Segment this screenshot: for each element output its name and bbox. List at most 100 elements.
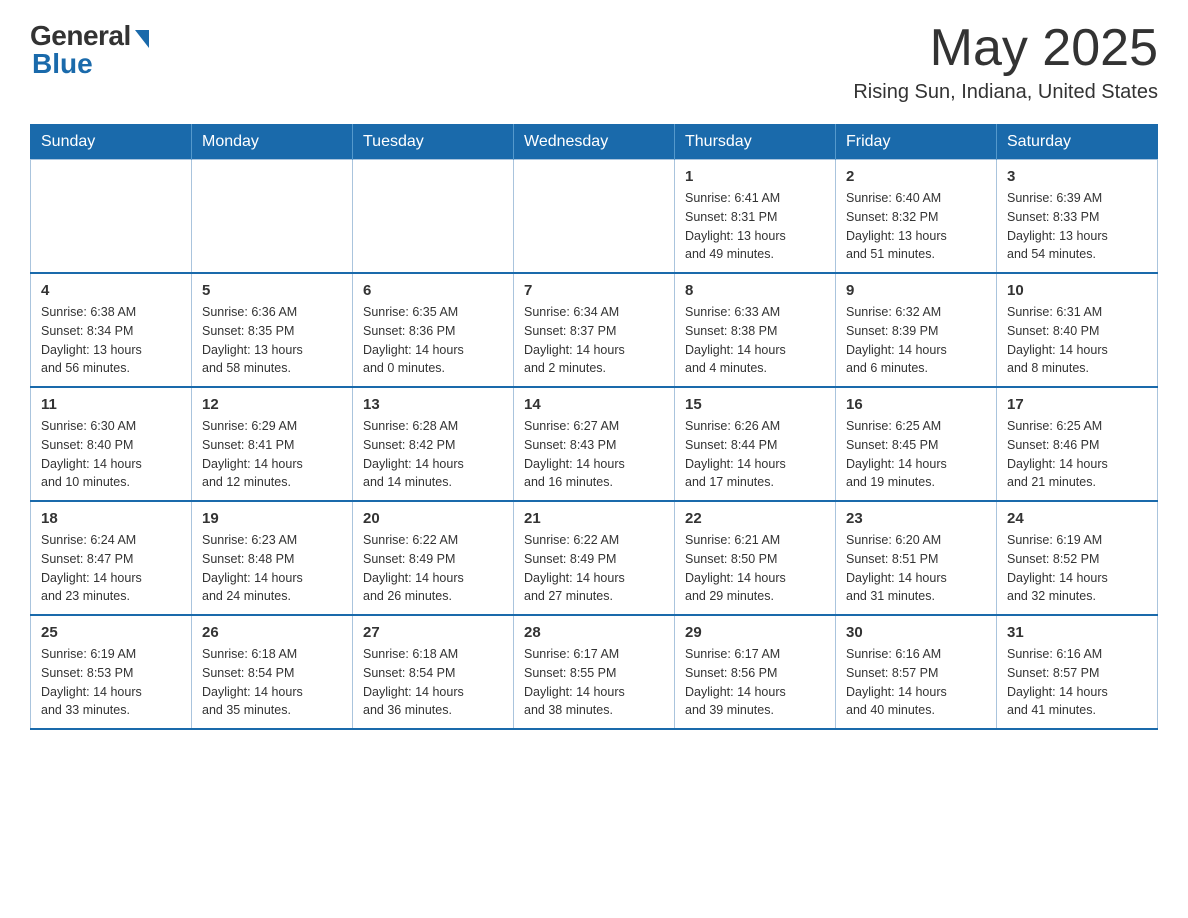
day-number: 17 [1007, 396, 1147, 413]
day-info: Sunrise: 6:23 AM Sunset: 8:48 PM Dayligh… [202, 531, 342, 606]
day-header-wednesday: Wednesday [514, 125, 675, 160]
day-number: 18 [41, 510, 181, 527]
day-number: 21 [524, 510, 664, 527]
calendar-cell [192, 160, 353, 274]
day-info: Sunrise: 6:19 AM Sunset: 8:52 PM Dayligh… [1007, 531, 1147, 606]
calendar-cell: 17 Sunrise: 6:25 AM Sunset: 8:46 PM Dayli… [997, 387, 1158, 501]
day-info: Sunrise: 6:35 AM Sunset: 8:36 PM Dayligh… [363, 303, 503, 378]
day-number: 7 [524, 282, 664, 299]
day-header-tuesday: Tuesday [353, 125, 514, 160]
calendar-cell: 18 Sunrise: 6:24 AM Sunset: 8:47 PM Dayli… [31, 501, 192, 615]
day-number: 10 [1007, 282, 1147, 299]
day-number: 5 [202, 282, 342, 299]
day-info: Sunrise: 6:16 AM Sunset: 8:57 PM Dayligh… [846, 645, 986, 720]
calendar-cell [31, 160, 192, 274]
calendar-cell: 10 Sunrise: 6:31 AM Sunset: 8:40 PM Dayli… [997, 273, 1158, 387]
calendar-week-row: 18 Sunrise: 6:24 AM Sunset: 8:47 PM Dayli… [31, 501, 1158, 615]
calendar-cell: 27 Sunrise: 6:18 AM Sunset: 8:54 PM Dayli… [353, 615, 514, 729]
calendar-week-row: 4 Sunrise: 6:38 AM Sunset: 8:34 PM Daylig… [31, 273, 1158, 387]
day-info: Sunrise: 6:21 AM Sunset: 8:50 PM Dayligh… [685, 531, 825, 606]
day-header-monday: Monday [192, 125, 353, 160]
calendar-week-row: 25Sunrise: 6:19 AM Sunset: 8:53 PM Dayli… [31, 615, 1158, 729]
calendar-cell: 30 Sunrise: 6:16 AM Sunset: 8:57 PM Dayli… [836, 615, 997, 729]
calendar-cell: 1Sunrise: 6:41 AM Sunset: 8:31 PM Daylig… [675, 160, 836, 274]
day-info: Sunrise: 6:17 AM Sunset: 8:56 PM Dayligh… [685, 645, 825, 720]
calendar-cell: 15Sunrise: 6:26 AM Sunset: 8:44 PM Dayli… [675, 387, 836, 501]
day-number: 19 [202, 510, 342, 527]
calendar-cell: 24 Sunrise: 6:19 AM Sunset: 8:52 PM Dayli… [997, 501, 1158, 615]
day-number: 28 [524, 624, 664, 641]
day-info: Sunrise: 6:38 AM Sunset: 8:34 PM Dayligh… [41, 303, 181, 378]
day-number: 9 [846, 282, 986, 299]
calendar-cell: 4 Sunrise: 6:38 AM Sunset: 8:34 PM Daylig… [31, 273, 192, 387]
calendar-cell: 28Sunrise: 6:17 AM Sunset: 8:55 PM Dayli… [514, 615, 675, 729]
day-info: Sunrise: 6:16 AM Sunset: 8:57 PM Dayligh… [1007, 645, 1147, 720]
calendar-week-row: 11Sunrise: 6:30 AM Sunset: 8:40 PM Dayli… [31, 387, 1158, 501]
day-number: 16 [846, 396, 986, 413]
day-info: Sunrise: 6:32 AM Sunset: 8:39 PM Dayligh… [846, 303, 986, 378]
day-info: Sunrise: 6:31 AM Sunset: 8:40 PM Dayligh… [1007, 303, 1147, 378]
day-info: Sunrise: 6:18 AM Sunset: 8:54 PM Dayligh… [202, 645, 342, 720]
day-number: 6 [363, 282, 503, 299]
day-header-saturday: Saturday [997, 125, 1158, 160]
day-number: 12 [202, 396, 342, 413]
day-number: 3 [1007, 168, 1147, 185]
day-info: Sunrise: 6:22 AM Sunset: 8:49 PM Dayligh… [524, 531, 664, 606]
day-info: Sunrise: 6:30 AM Sunset: 8:40 PM Dayligh… [41, 417, 181, 492]
day-header-friday: Friday [836, 125, 997, 160]
calendar-cell: 21 Sunrise: 6:22 AM Sunset: 8:49 PM Dayli… [514, 501, 675, 615]
day-info: Sunrise: 6:28 AM Sunset: 8:42 PM Dayligh… [363, 417, 503, 492]
day-number: 8 [685, 282, 825, 299]
day-info: Sunrise: 6:24 AM Sunset: 8:47 PM Dayligh… [41, 531, 181, 606]
day-number: 2 [846, 168, 986, 185]
day-info: Sunrise: 6:18 AM Sunset: 8:54 PM Dayligh… [363, 645, 503, 720]
calendar-cell: 16 Sunrise: 6:25 AM Sunset: 8:45 PM Dayli… [836, 387, 997, 501]
day-info: Sunrise: 6:25 AM Sunset: 8:45 PM Dayligh… [846, 417, 986, 492]
location-subtitle: Rising Sun, Indiana, United States [853, 81, 1158, 104]
day-info: Sunrise: 6:41 AM Sunset: 8:31 PM Dayligh… [685, 189, 825, 264]
day-info: Sunrise: 6:39 AM Sunset: 8:33 PM Dayligh… [1007, 189, 1147, 264]
day-info: Sunrise: 6:36 AM Sunset: 8:35 PM Dayligh… [202, 303, 342, 378]
day-number: 31 [1007, 624, 1147, 641]
calendar-cell: 12 Sunrise: 6:29 AM Sunset: 8:41 PM Dayli… [192, 387, 353, 501]
day-number: 27 [363, 624, 503, 641]
calendar-cell: 23 Sunrise: 6:20 AM Sunset: 8:51 PM Dayli… [836, 501, 997, 615]
day-info: Sunrise: 6:25 AM Sunset: 8:46 PM Dayligh… [1007, 417, 1147, 492]
logo-blue-text: Blue [32, 48, 93, 80]
calendar-cell [353, 160, 514, 274]
day-number: 14 [524, 396, 664, 413]
calendar-cell: 9 Sunrise: 6:32 AM Sunset: 8:39 PM Daylig… [836, 273, 997, 387]
day-number: 29 [685, 624, 825, 641]
day-number: 24 [1007, 510, 1147, 527]
calendar-cell: 8Sunrise: 6:33 AM Sunset: 8:38 PM Daylig… [675, 273, 836, 387]
month-year-title: May 2025 [853, 20, 1158, 77]
calendar-cell: 20 Sunrise: 6:22 AM Sunset: 8:49 PM Dayli… [353, 501, 514, 615]
calendar-week-row: 1Sunrise: 6:41 AM Sunset: 8:31 PM Daylig… [31, 160, 1158, 274]
calendar-header-row: SundayMondayTuesdayWednesdayThursdayFrid… [31, 125, 1158, 160]
title-block: May 2025 Rising Sun, Indiana, United Sta… [853, 20, 1158, 104]
day-number: 4 [41, 282, 181, 299]
calendar-cell: 11Sunrise: 6:30 AM Sunset: 8:40 PM Dayli… [31, 387, 192, 501]
calendar-cell: 2Sunrise: 6:40 AM Sunset: 8:32 PM Daylig… [836, 160, 997, 274]
day-number: 23 [846, 510, 986, 527]
day-number: 20 [363, 510, 503, 527]
calendar-cell: 14 Sunrise: 6:27 AM Sunset: 8:43 PM Dayli… [514, 387, 675, 501]
calendar-cell: 22Sunrise: 6:21 AM Sunset: 8:50 PM Dayli… [675, 501, 836, 615]
calendar-cell: 5 Sunrise: 6:36 AM Sunset: 8:35 PM Daylig… [192, 273, 353, 387]
day-number: 13 [363, 396, 503, 413]
day-info: Sunrise: 6:22 AM Sunset: 8:49 PM Dayligh… [363, 531, 503, 606]
day-number: 30 [846, 624, 986, 641]
calendar-cell: 3 Sunrise: 6:39 AM Sunset: 8:33 PM Daylig… [997, 160, 1158, 274]
calendar-cell: 26Sunrise: 6:18 AM Sunset: 8:54 PM Dayli… [192, 615, 353, 729]
calendar-cell: 6 Sunrise: 6:35 AM Sunset: 8:36 PM Daylig… [353, 273, 514, 387]
day-info: Sunrise: 6:27 AM Sunset: 8:43 PM Dayligh… [524, 417, 664, 492]
calendar-cell: 25Sunrise: 6:19 AM Sunset: 8:53 PM Dayli… [31, 615, 192, 729]
day-info: Sunrise: 6:29 AM Sunset: 8:41 PM Dayligh… [202, 417, 342, 492]
day-info: Sunrise: 6:20 AM Sunset: 8:51 PM Dayligh… [846, 531, 986, 606]
logo: General Blue [30, 20, 149, 80]
day-info: Sunrise: 6:34 AM Sunset: 8:37 PM Dayligh… [524, 303, 664, 378]
calendar-cell: 13 Sunrise: 6:28 AM Sunset: 8:42 PM Dayli… [353, 387, 514, 501]
calendar-cell: 7 Sunrise: 6:34 AM Sunset: 8:37 PM Daylig… [514, 273, 675, 387]
day-number: 15 [685, 396, 825, 413]
logo-arrow-icon [135, 30, 149, 48]
